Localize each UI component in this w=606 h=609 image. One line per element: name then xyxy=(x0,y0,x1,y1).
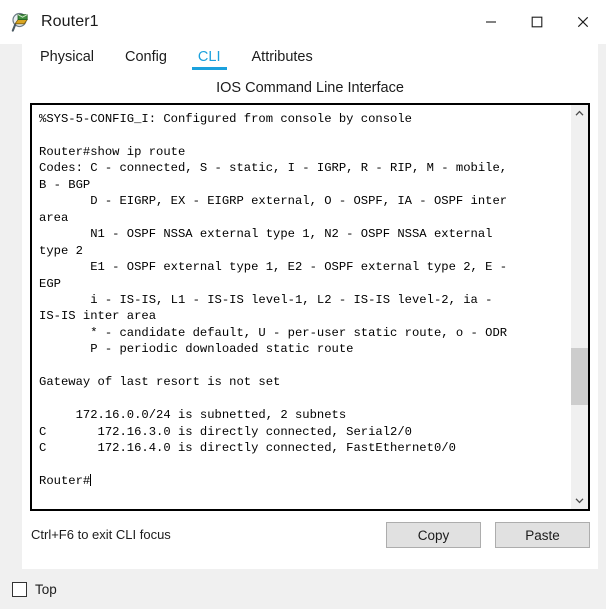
scroll-down-button[interactable] xyxy=(571,492,588,509)
close-icon xyxy=(577,16,589,28)
minimize-button[interactable] xyxy=(468,0,514,44)
title-bar: Router1 xyxy=(0,0,606,44)
top-checkbox-label: Top xyxy=(35,581,57,597)
focus-hint: Ctrl+F6 to exit CLI focus xyxy=(31,527,171,542)
tab-bar: Physical Config CLI Attributes xyxy=(22,44,598,78)
tab-config[interactable]: Config xyxy=(116,44,176,69)
bottom-bar: Top xyxy=(0,569,606,609)
terminal-scrollbar[interactable] xyxy=(570,105,588,509)
footer-button-group: Copy Paste xyxy=(386,522,590,548)
cli-output[interactable]: %SYS-5-CONFIG_I: Configured from console… xyxy=(32,105,570,509)
content-panel: Physical Config CLI Attributes IOS Comma… xyxy=(22,44,598,569)
cli-output-text: %SYS-5-CONFIG_I: Configured from console… xyxy=(39,112,508,456)
window-title: Router1 xyxy=(41,13,99,30)
copy-button[interactable]: Copy xyxy=(386,522,481,548)
scrollbar-track[interactable] xyxy=(571,122,588,492)
window-controls xyxy=(468,0,606,44)
scroll-up-button[interactable] xyxy=(571,105,588,122)
paste-button[interactable]: Paste xyxy=(495,522,590,548)
top-checkbox-row[interactable]: Top xyxy=(12,581,57,597)
tab-attributes[interactable]: Attributes xyxy=(243,44,322,69)
cli-prompt: Router# xyxy=(39,473,91,488)
chevron-down-icon xyxy=(575,498,584,504)
maximize-button[interactable] xyxy=(514,0,560,44)
tab-cli[interactable]: CLI xyxy=(189,44,230,70)
maximize-icon xyxy=(531,16,543,28)
top-checkbox[interactable] xyxy=(12,581,27,597)
window-frame: Physical Config CLI Attributes IOS Comma… xyxy=(0,44,606,569)
router-cli-window: Router1 Physical Config CLI Attributes I… xyxy=(0,0,606,609)
section-title: IOS Command Line Interface xyxy=(216,80,404,96)
close-button[interactable] xyxy=(560,0,606,44)
cli-cursor xyxy=(90,473,92,486)
minimize-icon xyxy=(486,21,496,23)
cli-terminal-container: %SYS-5-CONFIG_I: Configured from console… xyxy=(30,103,590,511)
scrollbar-thumb[interactable] xyxy=(571,348,588,405)
packet-tracer-device-icon xyxy=(11,11,33,33)
tab-physical[interactable]: Physical xyxy=(31,44,103,69)
cli-footer: Ctrl+F6 to exit CLI focus Copy Paste xyxy=(22,511,598,569)
chevron-up-icon xyxy=(575,110,584,116)
